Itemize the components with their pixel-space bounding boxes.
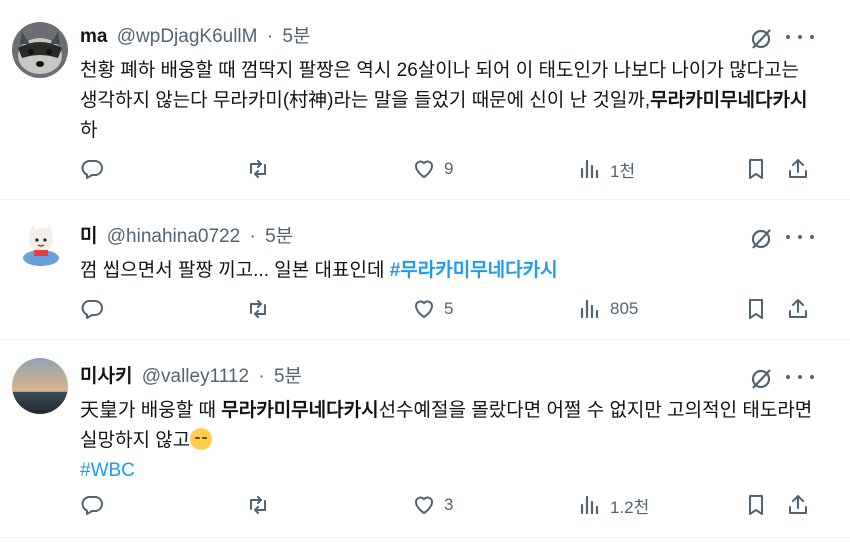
retweet-icon: [250, 160, 266, 178]
share-icon: [789, 159, 807, 178]
display-name[interactable]: ma: [80, 26, 107, 47]
reply-button[interactable]: [80, 154, 104, 184]
bookmark-icon: [749, 159, 763, 179]
like-button[interactable]: 9: [412, 154, 453, 184]
tweet-text-bold: 무라카미무네다카시: [221, 400, 379, 421]
reply-button[interactable]: [80, 490, 104, 520]
tweet-header: 미 @hinahina0722 · 5분: [80, 224, 293, 250]
tweet-text-part: 天皇가 배웅할 때: [80, 400, 222, 421]
timestamp[interactable]: 5분: [282, 26, 310, 47]
avatar[interactable]: [16, 218, 66, 268]
views-icon: [580, 159, 599, 179]
tweet-text-part: 껌 씹으면서 팔짱 끼고... 일본 대표인데: [80, 260, 390, 281]
bookmark-button[interactable]: [744, 294, 768, 324]
tweet-header: 미사키 @valley1112 · 5분: [80, 364, 302, 390]
reply-icon: [81, 300, 103, 319]
views-icon: [580, 495, 599, 515]
more-icon[interactable]: [786, 364, 814, 390]
views-icon: [580, 299, 599, 319]
tweet-actions: 9 1천: [80, 154, 820, 184]
handle[interactable]: @hinahina0722: [107, 226, 240, 247]
pensive-face-emoji-icon: [190, 428, 213, 450]
timestamp[interactable]: 5분: [265, 226, 293, 247]
like-count: 9: [444, 159, 454, 178]
grok-icon[interactable]: [748, 366, 774, 392]
share-icon: [789, 495, 807, 514]
tweet[interactable]: 미 @hinahina0722 · 5분 껌 씹으면서 팔짱 끼고... 일본 …: [0, 200, 850, 340]
tweet-text: 天皇가 배웅할 때 무라카미무네다카시선수예절을 몰랐다면 어쩔 수 없지만 고…: [80, 396, 820, 486]
like-button[interactable]: 5: [412, 294, 453, 324]
reply-icon: [81, 160, 103, 179]
display-name[interactable]: 미: [80, 226, 97, 247]
tweet[interactable]: 미사키 @valley1112 · 5분 天皇가 배웅할 때 무라카미무네다카시…: [0, 340, 850, 538]
views-button[interactable]: 1.2천: [578, 490, 649, 520]
tweet-actions: 3 1.2천: [80, 490, 820, 520]
heart-icon: [415, 496, 433, 514]
separator-dot: ·: [266, 26, 274, 47]
bookmark-button[interactable]: [744, 154, 768, 184]
reply-icon: [81, 496, 103, 515]
share-button[interactable]: [786, 154, 810, 184]
tweet-text: 천황 폐하 배웅할 때 껌딱지 팔짱은 역시 26살이나 되어 이 태도인가 나…: [80, 56, 820, 146]
tweet-header: ma @wpDjagK6ullM · 5분: [80, 24, 310, 50]
tweet-text-bold: 무라카미무네다카시: [650, 90, 808, 111]
heart-icon: [415, 300, 433, 318]
grok-icon[interactable]: [748, 226, 774, 252]
views-button[interactable]: 805: [578, 294, 638, 324]
separator-dot: ·: [249, 226, 256, 247]
retweet-button[interactable]: [246, 490, 270, 520]
share-button[interactable]: [786, 490, 810, 520]
tweet-text: 껌 씹으면서 팔짱 끼고... 일본 대표인데 #무라카미무네다카시: [80, 256, 820, 286]
like-button[interactable]: 3: [412, 490, 453, 520]
more-icon[interactable]: [786, 224, 814, 250]
retweet-button[interactable]: [246, 294, 270, 324]
views-count: 805: [610, 299, 639, 318]
like-count: 3: [444, 495, 454, 514]
retweet-icon: [250, 300, 266, 318]
heart-icon: [415, 160, 433, 178]
retweet-button[interactable]: [246, 154, 270, 184]
like-count: 5: [444, 299, 454, 318]
bookmark-icon: [749, 299, 763, 319]
views-count: 1천: [610, 161, 636, 181]
avatar[interactable]: [12, 22, 68, 78]
retweet-icon: [250, 496, 266, 514]
avatar[interactable]: [12, 358, 68, 414]
views-count: 1.2천: [610, 497, 650, 517]
handle[interactable]: @wpDjagK6ullM: [117, 26, 258, 47]
grok-icon[interactable]: [748, 26, 774, 52]
timestamp[interactable]: 5분: [274, 366, 302, 387]
tweet-text-part: 하: [80, 120, 98, 141]
display-name[interactable]: 미사키: [80, 366, 132, 387]
share-icon: [789, 299, 807, 318]
views-button[interactable]: 1천: [578, 154, 635, 184]
more-icon[interactable]: [786, 24, 814, 50]
reply-button[interactable]: [80, 294, 104, 324]
hashtag-link[interactable]: #무라카미무네다카시: [390, 260, 558, 281]
tweet[interactable]: ma @wpDjagK6ullM · 5분 천황 폐하 배웅할 때 껌딱지 팔짱…: [0, 0, 850, 200]
tweet-actions: 5 805: [80, 294, 820, 324]
bookmark-button[interactable]: [744, 490, 768, 520]
handle[interactable]: @valley1112: [142, 366, 249, 387]
share-button[interactable]: [786, 294, 810, 324]
hashtag-link[interactable]: #WBC: [80, 460, 135, 481]
separator-dot: ·: [258, 366, 265, 387]
bookmark-icon: [749, 495, 763, 515]
